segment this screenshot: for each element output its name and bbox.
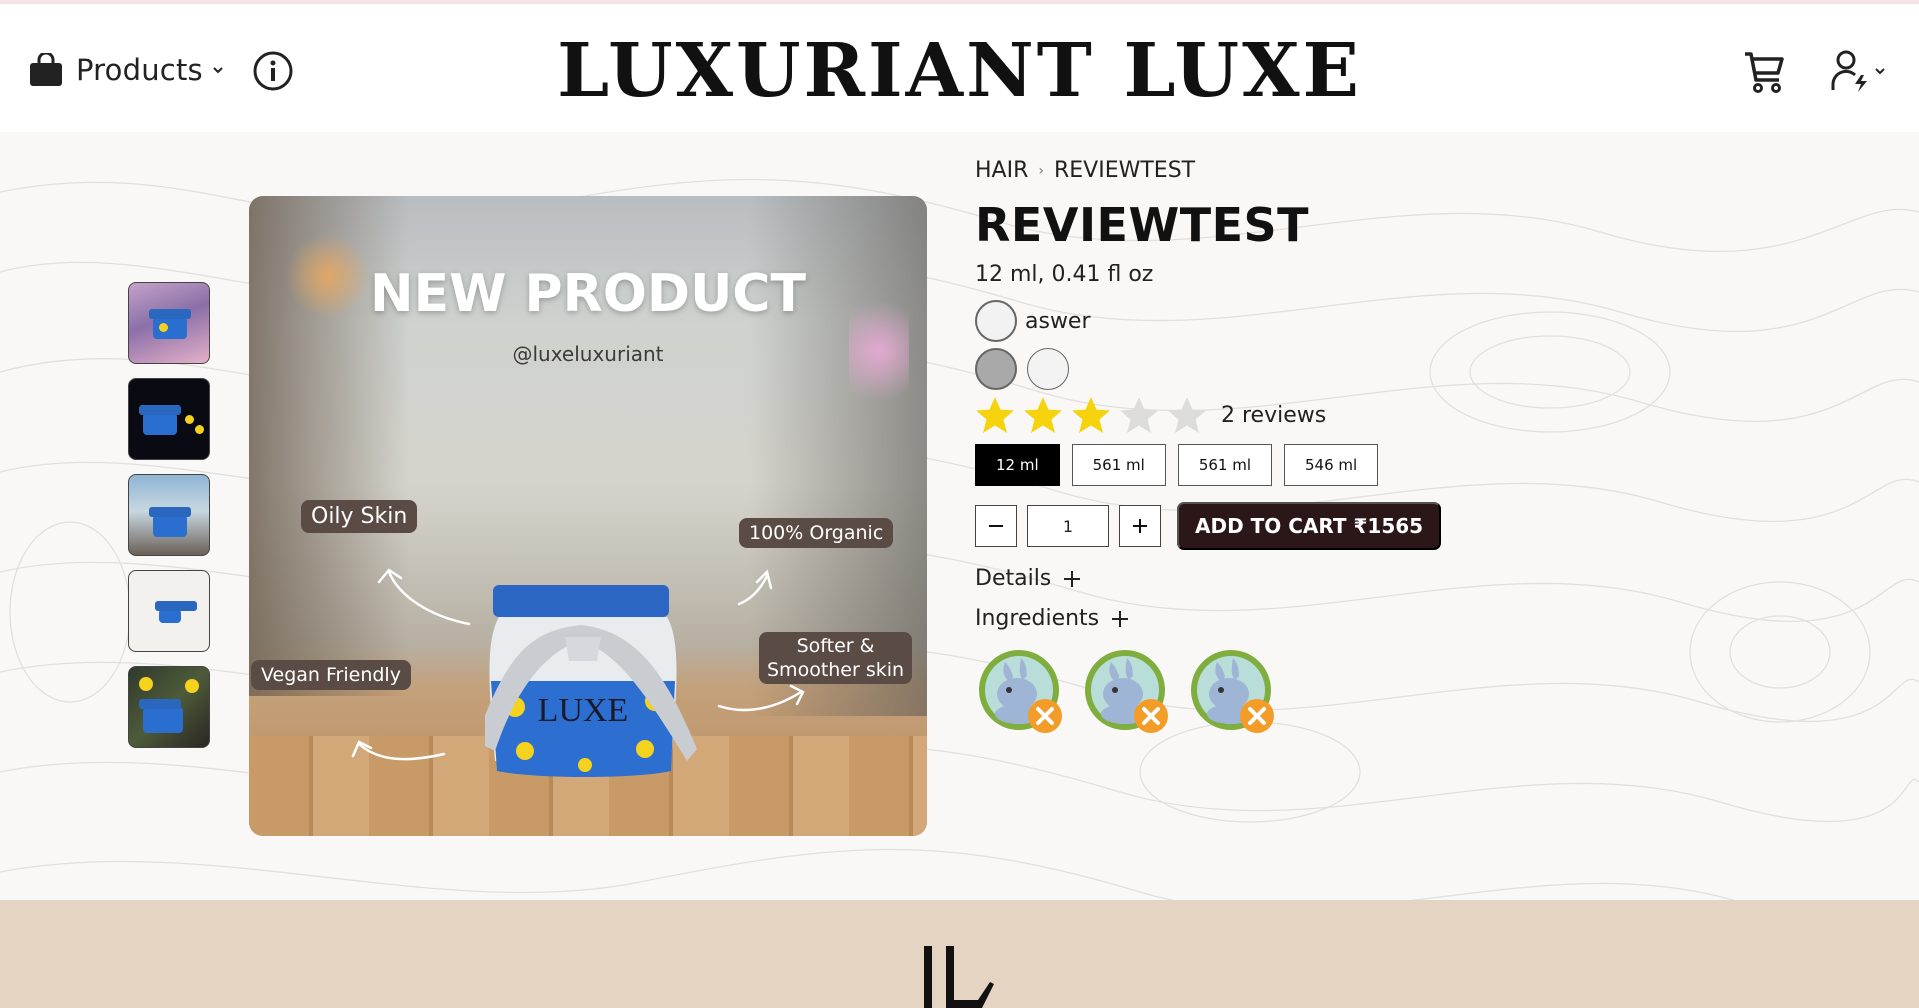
color-swatch-grey[interactable] (975, 348, 1017, 390)
thumbnail-5[interactable] (128, 666, 210, 748)
tag-softer-line2: Smoother skin (767, 659, 905, 681)
plus-icon (1133, 519, 1147, 533)
quantity-input[interactable] (1027, 505, 1109, 547)
site-header: Products LUXURIANT LUXE (0, 4, 1919, 132)
jar-image (149, 507, 191, 537)
lemon-dot (185, 679, 199, 693)
tag-oily-skin: Oily Skin (301, 500, 418, 533)
rating[interactable]: 2 reviews (975, 396, 1326, 434)
color-swatches (975, 348, 1069, 390)
product-info: HAIR › REVIEWTEST REVIEWTEST 12 ml, 0.41… (975, 132, 1875, 832)
thumbnail-2[interactable] (128, 378, 210, 460)
size-text: 12 ml, 0.41 fl oz (975, 262, 1154, 287)
variant-row: aswer (975, 300, 1091, 342)
jar-image (155, 601, 197, 623)
minus-icon (989, 525, 1003, 527)
breadcrumb: HAIR › REVIEWTEST (975, 158, 1195, 183)
star-icon (1024, 397, 1062, 433)
size-option-561ml-2[interactable]: 561 ml (1177, 444, 1273, 486)
size-option-546ml[interactable]: 546 ml (1284, 444, 1379, 486)
plus-icon (1064, 570, 1081, 587)
plus-icon (1112, 610, 1129, 627)
user-icon (1831, 50, 1867, 92)
tag-organic: 100% Organic (739, 518, 894, 548)
star-icon (976, 397, 1014, 433)
breadcrumb-hair[interactable]: HAIR (975, 158, 1028, 183)
user-menu-button[interactable] (1830, 48, 1898, 94)
details-accordion[interactable]: Details (975, 566, 1081, 591)
cruelty-free-icon (1191, 650, 1274, 733)
product-hero-image[interactable]: NEW PRODUCT @luxeluxuriant Oily Skin 100… (249, 196, 927, 836)
cruelty-free-icon (1085, 650, 1168, 733)
increase-quantity-button[interactable] (1119, 505, 1161, 547)
product-title: REVIEWTEST (975, 198, 1310, 252)
chevron-right-icon: › (1038, 162, 1044, 179)
star-icon (1072, 397, 1110, 433)
cart-icon[interactable] (1742, 48, 1786, 94)
tag-softer-skin: Softer & Smoother skin (759, 632, 913, 684)
reviews-count[interactable]: 2 reviews (1221, 403, 1326, 428)
details-label: Details (975, 566, 1052, 591)
cruelty-free-icon (979, 650, 1062, 733)
ingredients-label: Ingredients (975, 606, 1100, 631)
variant-label: aswer (1025, 308, 1091, 334)
lemon-dot (159, 323, 168, 332)
breadcrumb-current[interactable]: REVIEWTEST (1054, 158, 1195, 183)
svg-text:LUXE: LUXE (538, 692, 629, 729)
tag-vegan: Vegan Friendly (251, 660, 411, 690)
thumbnail-list (128, 282, 210, 762)
variant-swatch-aswer[interactable] (975, 300, 1017, 342)
product-badges (975, 648, 1279, 736)
site-footer (0, 900, 1919, 1008)
size-option-561ml[interactable]: 561 ml (1071, 444, 1166, 486)
brand-logo[interactable]: LUXURIANT LUXE (0, 26, 1919, 116)
star-icon (1120, 397, 1158, 433)
brand-monogram-logo[interactable] (918, 942, 1002, 1008)
star-icon (1168, 397, 1206, 433)
chevron-down-icon (1875, 68, 1885, 75)
ingredients-accordion[interactable]: Ingredients (975, 606, 1129, 631)
decrease-quantity-button[interactable] (975, 505, 1017, 547)
add-to-cart-button[interactable]: ADD TO CART ₹1565 (1177, 502, 1442, 550)
color-swatch-white[interactable] (1027, 348, 1069, 390)
thumbnail-1[interactable] (128, 282, 210, 364)
thumbnail-3[interactable] (128, 474, 210, 556)
size-option-12ml[interactable]: 12 ml (975, 444, 1060, 486)
tag-softer-line1: Softer & (796, 635, 875, 657)
product-jar: LUXE (485, 585, 697, 777)
size-options: 12 ml 561 ml 561 ml 546 ml (975, 444, 1379, 486)
lemon-dot (185, 415, 194, 424)
product-page: NEW PRODUCT @luxeluxuriant Oily Skin 100… (0, 132, 1919, 900)
quantity-row: ADD TO CART ₹1565 (975, 502, 1442, 550)
thumbnail-4[interactable] (128, 570, 210, 652)
jar-image (139, 405, 181, 435)
lemon-dot (139, 677, 153, 691)
lemon-dot (195, 425, 204, 434)
jar-image (139, 699, 183, 733)
